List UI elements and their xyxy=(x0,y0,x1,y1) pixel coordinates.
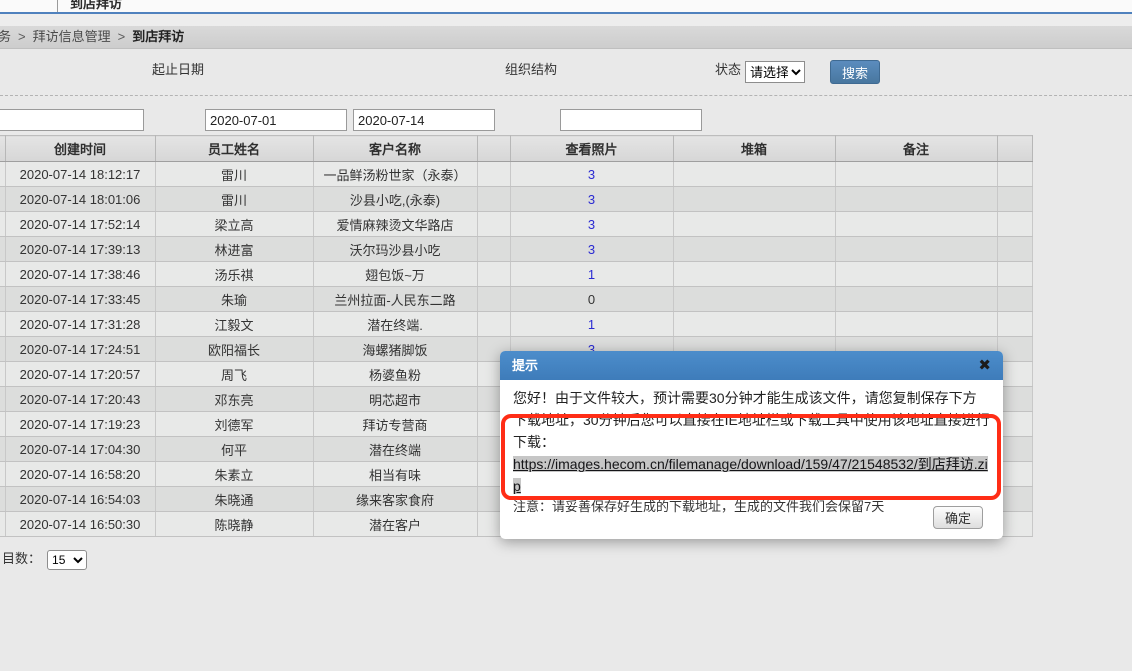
dialog-body: 您好！由于文件较大，预计需要30分钟才能生成该文件，请您复制保存下方下载地址，3… xyxy=(500,380,1003,517)
col-photos: 查看照片 xyxy=(510,136,673,162)
photo-count-link[interactable]: 3 xyxy=(588,217,595,232)
table-row: 2020-07-14 17:39:13林进富沃尔玛沙县小吃3 xyxy=(0,237,1032,262)
table-row: 2020-07-14 17:52:14梁立高爱情麻辣烫文华路店3 xyxy=(0,212,1032,237)
filter-bar: 起止日期 组织结构 状态 请选择 搜索 xyxy=(0,48,1132,95)
table-row: 2020-07-14 17:31:28江毅文潜在终端.1 xyxy=(0,312,1032,337)
divider xyxy=(0,95,1132,96)
org-structure-label: 组织结构 xyxy=(505,59,557,78)
dialog-message: 您好！由于文件较大，预计需要30分钟才能生成该文件，请您复制保存下方下载地址，3… xyxy=(513,387,990,453)
photo-count-link[interactable]: 1 xyxy=(588,317,595,332)
page-size-select[interactable]: 15 xyxy=(47,550,87,570)
confirm-button[interactable]: 确定 xyxy=(933,506,983,529)
date-to-input[interactable] xyxy=(353,109,495,131)
col-remark: 备注 xyxy=(835,136,997,162)
photo-count-link[interactable]: 3 xyxy=(588,192,595,207)
org-structure-input[interactable] xyxy=(560,109,702,131)
table-row: 2020-07-14 18:12:17雷川一品鲜汤粉世家（永泰）3 xyxy=(0,162,1032,187)
page-size-label: 目数： xyxy=(2,551,41,566)
download-notice-dialog: 提示 ✖ 您好！由于文件较大，预计需要30分钟才能生成该文件，请您复制保存下方下… xyxy=(500,351,1003,539)
col-customer: 客户名称 xyxy=(313,136,477,162)
breadcrumb-item-visit-info[interactable]: 拜访信息管理 xyxy=(33,29,111,44)
date-range-label: 起止日期 xyxy=(152,59,204,78)
status-select[interactable]: 请选择 xyxy=(745,61,805,83)
date-from-input[interactable] xyxy=(205,109,347,131)
dialog-note: 注意：请妥善保存好生成的下载地址，生成的文件我们会保留7天 xyxy=(513,497,990,517)
photo-count-link[interactable]: 3 xyxy=(588,242,595,257)
keyword-input[interactable] xyxy=(0,109,144,131)
dialog-title: 提示 xyxy=(512,358,538,373)
col-stack: 堆箱 xyxy=(673,136,835,162)
table-row: 2020-07-14 17:33:45朱瑜兰州拉面-人民东二路0 xyxy=(0,287,1032,312)
photo-count-link[interactable]: 1 xyxy=(588,267,595,282)
top-tab-strip: 到店拜访 xyxy=(0,0,1132,14)
breadcrumb-separator: > xyxy=(18,29,26,44)
close-icon[interactable]: ✖ xyxy=(978,351,991,380)
search-button[interactable]: 搜索 xyxy=(830,60,880,84)
col-employee: 员工姓名 xyxy=(155,136,313,162)
table-row: 2020-07-14 18:01:06雷川沙县小吃,(永泰)3 xyxy=(0,187,1032,212)
toolbar-strip xyxy=(0,14,1132,26)
breadcrumb: 业务 > 拜访信息管理 > 到店拜访 xyxy=(0,26,1132,49)
dialog-title-bar: 提示 ✖ xyxy=(500,351,1003,380)
breadcrumb-item-business[interactable]: 业务 xyxy=(0,29,11,44)
table-row: 2020-07-14 17:38:46汤乐祺翅包饭~万1 xyxy=(0,262,1032,287)
status-label: 状态 xyxy=(715,59,741,78)
table-header-row: 创建时间 员工姓名 客户名称 查看照片 堆箱 备注 xyxy=(0,136,1032,162)
page-size-row: 目数： 15 xyxy=(0,548,87,570)
breadcrumb-separator: > xyxy=(118,29,126,44)
col-create-time: 创建时间 xyxy=(5,136,155,162)
photo-count-link[interactable]: 3 xyxy=(588,167,595,182)
browser-tab-partial[interactable]: 到店拜访 xyxy=(57,0,122,12)
download-url-link[interactable]: https://images.hecom.cn/filemanage/downl… xyxy=(513,456,988,494)
breadcrumb-item-current: 到店拜访 xyxy=(132,29,184,44)
